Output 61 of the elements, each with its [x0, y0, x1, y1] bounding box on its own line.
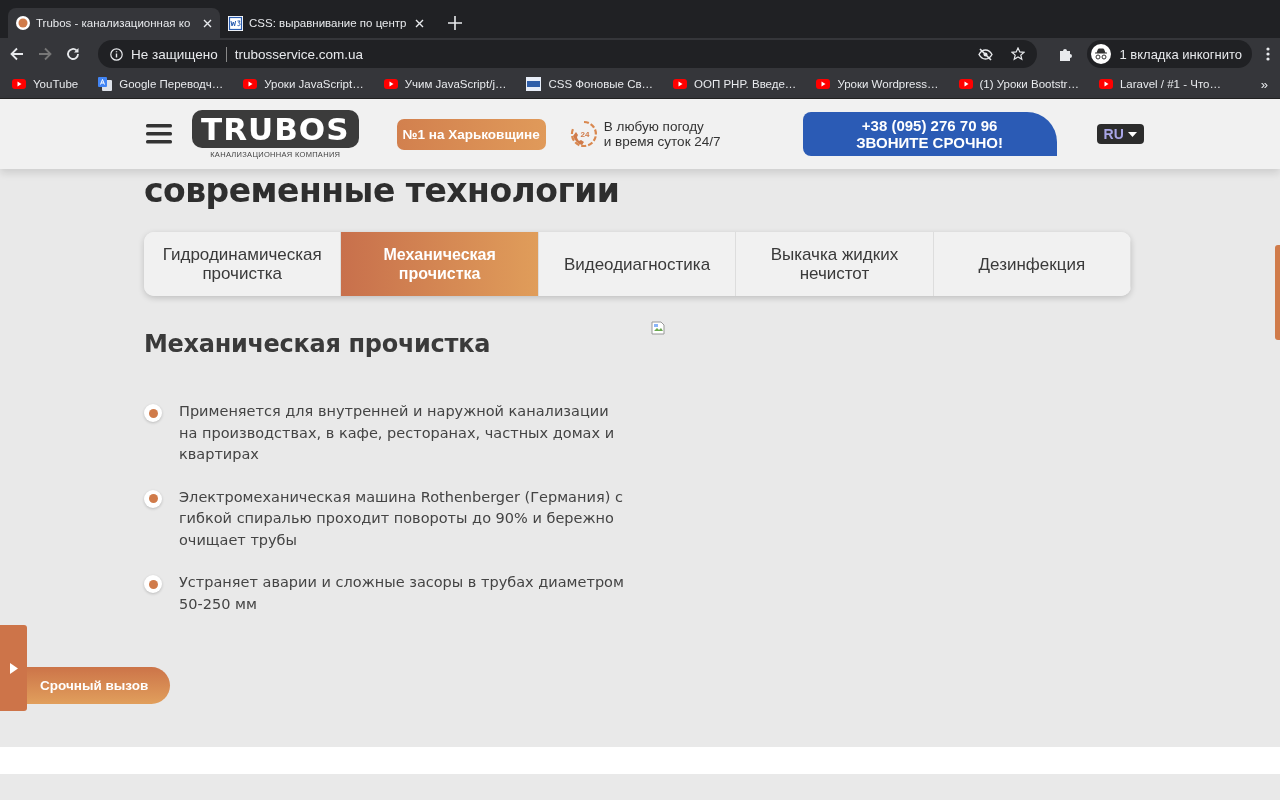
bookmark[interactable]: Laravel / #1 - Что… — [1098, 78, 1221, 90]
css-icon — [526, 77, 542, 91]
more-bookmarks-button[interactable]: » — [1260, 76, 1268, 92]
feature-text: Устраняет аварии и сложные засоры в трубах диаметром 50-250 мм — [179, 573, 624, 614]
reload-icon[interactable] — [66, 47, 80, 61]
call-button[interactable]: +38 (095) 276 70 96 ЗВОНИТЕ СРОЧНО! — [802, 112, 1057, 156]
service-tab[interactable]: Видеодиагностика — [538, 232, 737, 296]
bullet-icon — [144, 489, 162, 508]
bookmark[interactable]: Учим JavaScript/j… — [383, 78, 507, 90]
bullet-icon — [144, 575, 162, 593]
info-icon[interactable] — [110, 47, 123, 61]
bookmark[interactable]: YouTube — [12, 78, 79, 90]
browser-tab[interactable]: Trubos - канализационная ко — [8, 8, 220, 38]
star-icon[interactable] — [1011, 47, 1026, 61]
eye-slash-icon[interactable] — [978, 47, 994, 61]
play-icon — [9, 662, 18, 674]
security-label: Не защищено — [131, 46, 227, 62]
service-tab[interactable]: Дезинфекция — [933, 232, 1131, 296]
puzzle-icon[interactable] — [1059, 47, 1074, 61]
ranking-badge: №1 на Харьковщине — [396, 118, 546, 150]
video-icon — [12, 79, 26, 89]
bookmark[interactable]: Google Переводч… — [98, 77, 224, 91]
forward-icon[interactable] — [38, 47, 52, 61]
translate-icon — [98, 77, 113, 91]
video-icon — [816, 79, 831, 89]
menu-icon[interactable] — [1266, 47, 1270, 61]
menu-icon[interactable] — [146, 124, 172, 144]
new-tab-icon[interactable] — [448, 16, 462, 30]
language-selector[interactable]: RU — [1096, 124, 1144, 144]
caret-icon — [1127, 131, 1137, 137]
video-icon — [958, 79, 973, 89]
side-toggle[interactable] — [0, 625, 27, 711]
address-bar[interactable]: Не защищено trubosservice.com.ua — [98, 40, 1038, 68]
bookmark[interactable]: (1) Уроки Bootstr… — [958, 78, 1079, 90]
incognito-icon — [1091, 44, 1112, 64]
service-tab[interactable]: Гидродинамическая прочистка — [144, 232, 342, 296]
close-icon[interactable] — [415, 18, 424, 28]
logo[interactable]: TRUBOS — [192, 109, 359, 148]
video-icon — [243, 79, 258, 89]
bookmark[interactable]: CSS Фоновые Св… — [526, 77, 654, 91]
panel-title: Механическая прочистка — [144, 330, 492, 358]
url-text: trubosservice.com.ua — [234, 46, 365, 62]
bookmark[interactable]: Уроки JavaScript… — [243, 78, 364, 90]
back-icon[interactable] — [10, 47, 24, 61]
feature-text: Электромеханическая машина Rothenberger (Германия) с гибкой спиралью проходит повороты до 90% и бережно очищает трубы — [179, 487, 624, 550]
broken-image-icon — [651, 321, 665, 335]
feature-text: Применяется для внутренней и наружной канализации на производствах, в кафе, ресторанах, частных домах и квартирах — [179, 402, 616, 464]
bookmark[interactable]: ООП PHP. Введе… — [673, 78, 797, 90]
video-icon — [673, 79, 688, 89]
incognito-button[interactable]: 1 вкладка инкогнито — [1087, 40, 1252, 68]
close-icon[interactable] — [203, 18, 212, 28]
section-heading: современные технологии — [144, 171, 621, 211]
favicon-icon — [228, 15, 243, 31]
hours-text: В любую погоду и время суток 24/7 — [603, 119, 721, 149]
browser-tab[interactable]: CSS: выравнивание по центр — [220, 8, 432, 38]
video-icon — [383, 79, 398, 89]
bullet-icon — [144, 404, 162, 422]
video-icon — [1098, 79, 1113, 89]
favicon-icon — [16, 16, 30, 30]
bookmark[interactable]: Уроки Wordpress… — [816, 78, 939, 90]
service-tab[interactable]: Выкачка жидких нечистот — [736, 232, 934, 296]
